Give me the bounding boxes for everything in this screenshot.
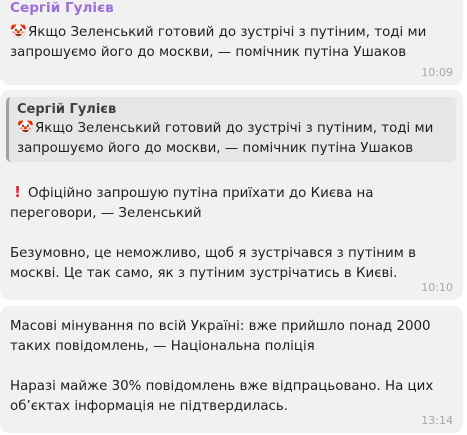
reply-text-content: Якщо Зеленський готовий до зустрічі з пу… [17, 121, 434, 156]
message-time: 13:14 [421, 414, 453, 427]
message-text: 🤡Якщо Зеленський готовий до зустрічі з п… [10, 23, 440, 63]
chat-message-list: Сергій Гулієв 🤡Якщо Зеленський готовий д… [0, 0, 467, 435]
message-bubble[interactable]: Сергій Гулієв 🤡Якщо Зеленський готовий д… [0, 0, 463, 85]
message-text-content: Якщо Зеленський готовий до зустрічі з пу… [10, 25, 427, 60]
exclamation-mark-icon: ! [14, 183, 21, 201]
message-paragraph: ! Офіційно запрошую путіна приїхати до Ки… [10, 182, 450, 224]
message-bubble[interactable]: Масові мінування по всій Україні: вже пр… [0, 306, 463, 433]
message-sender[interactable]: Сергій Гулієв [10, 0, 114, 17]
message-time: 10:09 [421, 66, 453, 79]
message-text: ! Офіційно запрошую путіна приїхати до Ки… [10, 182, 450, 284]
reply-text: 🤡Якщо Зеленський готовий до зустрічі з п… [17, 119, 448, 159]
reply-sender: Сергій Гулієв [17, 102, 117, 117]
message-text: Масові мінування по всій Україні: вже пр… [10, 317, 450, 417]
message-text-content: Офіційно запрошую путіна приїхати до Киє… [10, 186, 374, 221]
reply-quote[interactable]: Сергій Гулієв 🤡Якщо Зеленський готовий д… [6, 97, 456, 162]
message-bubble[interactable]: Сергій Гулієв 🤡Якщо Зеленський готовий д… [0, 90, 463, 300]
clown-face-icon: 🤡 [10, 25, 27, 40]
message-paragraph: Масові мінування по всій Україні: вже пр… [10, 319, 431, 354]
message-paragraph: Наразі майже 30% повідомлень вже відпрац… [10, 379, 434, 414]
clown-face-icon: 🤡 [17, 121, 34, 136]
message-time: 10:10 [421, 281, 453, 294]
message-paragraph: Безумовно, це неможливо, щоб я зустрічав… [10, 246, 416, 281]
